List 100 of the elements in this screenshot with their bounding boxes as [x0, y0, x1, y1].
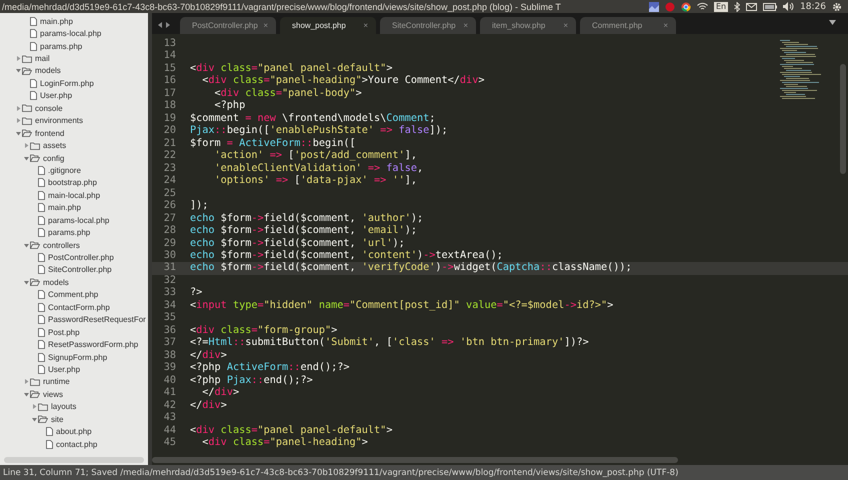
- browser-icon[interactable]: [680, 2, 691, 12]
- folder-name[interactable]: layouts: [51, 402, 76, 412]
- status-text: Line 31, Column 71; Saved /media/mehrdad/d3d519e9-61c7-43c8-bc63-70b10829f9111/vagrant/precise/www/blog/frontend/views/site/show_post.php (UTF-8): [0, 465, 848, 480]
- editor-tab[interactable]: SiteController.php ×: [380, 17, 476, 34]
- folder-name[interactable]: models: [43, 278, 69, 287]
- previous-tab-icon[interactable]: [158, 22, 163, 28]
- image-app-icon[interactable]: [648, 2, 659, 12]
- folder-name[interactable]: views: [43, 390, 64, 399]
- line-number: 14: [162, 50, 177, 63]
- expanded-arrow-icon[interactable]: [16, 130, 20, 136]
- file-name[interactable]: contact.php: [56, 440, 98, 449]
- file-name[interactable]: main.php: [40, 16, 73, 26]
- expanded-arrow-icon[interactable]: [16, 68, 20, 74]
- file-name[interactable]: ContactForm.php: [48, 302, 110, 312]
- collapsed-arrow-icon[interactable]: [16, 118, 20, 124]
- line-number: 45: [162, 437, 177, 450]
- file-name[interactable]: main-local.php: [48, 190, 100, 200]
- line-number: 15: [162, 62, 177, 75]
- mail-icon[interactable]: [746, 2, 758, 10]
- settings-icon[interactable]: [832, 2, 842, 12]
- line-number: 39: [162, 362, 177, 375]
- code-line: echo $form->field($comment, 'email');: [190, 225, 417, 238]
- line-number: 13: [162, 38, 177, 50]
- wifi-icon[interactable]: [696, 2, 708, 11]
- line-number: 34: [162, 300, 177, 312]
- file-name[interactable]: User.php: [48, 364, 80, 374]
- file-name[interactable]: PostController.php: [48, 253, 114, 262]
- line-number: 42: [162, 400, 177, 412]
- file-name[interactable]: bootstrap.php: [48, 178, 97, 188]
- folder-icon: [30, 142, 40, 150]
- expanded-arrow-icon[interactable]: [24, 392, 28, 397]
- folder-icon: [30, 378, 40, 386]
- file-name[interactable]: params-local.php: [40, 29, 102, 38]
- code-line: </div>: [201, 387, 240, 400]
- speaker-icon[interactable]: [783, 2, 794, 11]
- keyboard-layout-indicator[interactable]: En: [714, 2, 728, 12]
- file-name[interactable]: Post.php: [48, 328, 80, 337]
- close-tab-button[interactable]: ×: [363, 21, 368, 30]
- expanded-arrow-icon[interactable]: [32, 416, 36, 422]
- editor-tab[interactable]: Comment.php ×: [580, 17, 676, 34]
- vertical-scrollbar[interactable]: [840, 64, 846, 174]
- clock[interactable]: 18:26: [800, 2, 826, 12]
- folder-name[interactable]: runtime: [43, 377, 70, 386]
- collapsed-arrow-icon[interactable]: [24, 143, 28, 148]
- code-line: <div class="panel-heading">Youre Comment</div>: [201, 75, 484, 88]
- code-line: $comment = new \frontend\models\Comment;: [190, 112, 436, 125]
- collapsed-arrow-icon[interactable]: [24, 379, 28, 384]
- editor-horizontal-scrollbar[interactable]: [152, 457, 678, 463]
- horizontal-scrollbar[interactable]: [4, 457, 144, 463]
- line-number: 20: [162, 125, 177, 138]
- expanded-arrow-icon[interactable]: [24, 280, 28, 285]
- file-name[interactable]: User.php: [40, 91, 72, 100]
- dropdown-icon[interactable]: [829, 20, 836, 25]
- bluetooth-icon[interactable]: [734, 2, 740, 12]
- open-folder-icon: [30, 278, 40, 286]
- line-number: 24: [162, 175, 177, 188]
- file-name[interactable]: params.php: [48, 228, 90, 238]
- code-line: <div class="panel-heading">: [201, 437, 368, 450]
- folder-name[interactable]: assets: [43, 141, 66, 150]
- line-number: 31: [162, 262, 177, 275]
- file-name[interactable]: params-local.php: [48, 216, 110, 225]
- editor-tab[interactable]: show_post.php ×: [280, 17, 376, 34]
- open-folder-icon: [22, 129, 32, 138]
- file-name[interactable]: PasswordResetRequestFor: [48, 315, 146, 324]
- file-name[interactable]: SiteController.php: [48, 265, 112, 274]
- folder-name[interactable]: frontend: [35, 128, 64, 138]
- folder-name[interactable]: config: [43, 154, 64, 163]
- expanded-arrow-icon[interactable]: [24, 242, 28, 248]
- sidebar-scrollbar[interactable]: [148, 13, 152, 465]
- collapsed-arrow-icon[interactable]: [16, 56, 20, 62]
- folder-name[interactable]: console: [35, 104, 63, 113]
- collapsed-arrow-icon[interactable]: [16, 106, 20, 111]
- expanded-arrow-icon[interactable]: [24, 156, 28, 161]
- open-folder-icon: [30, 390, 40, 398]
- file-name[interactable]: params.php: [40, 42, 82, 51]
- code-line: <div class="panel-body">: [214, 88, 362, 100]
- file-name[interactable]: ResetPasswordForm.php: [48, 340, 138, 350]
- file-name[interactable]: main.php: [48, 203, 81, 212]
- file-name[interactable]: LoginForm.php: [40, 78, 94, 88]
- line-number: 18: [162, 100, 177, 113]
- line-number: 16: [162, 75, 177, 88]
- line-number: 33: [162, 287, 177, 300]
- folder-name[interactable]: mail: [35, 54, 50, 64]
- code-line: 'action' => ['post/add_comment'],: [214, 150, 417, 163]
- folder-name[interactable]: environments: [35, 116, 84, 126]
- folder-name[interactable]: site: [51, 414, 64, 424]
- folder-name[interactable]: controllers: [43, 240, 80, 250]
- file-name[interactable]: SignupForm.php: [48, 352, 108, 362]
- file-name[interactable]: .gitignore: [48, 166, 81, 175]
- record-icon[interactable]: [664, 2, 675, 12]
- line-number: 27: [162, 212, 177, 225]
- editor-tab[interactable]: item_show.php ×: [480, 17, 576, 34]
- file-name[interactable]: about.php: [56, 427, 92, 436]
- code-line: Pjax::begin(['enablePushState' => false]);: [190, 125, 448, 138]
- folder-name[interactable]: models: [35, 66, 61, 76]
- collapsed-arrow-icon[interactable]: [32, 404, 36, 410]
- file-name[interactable]: Comment.php: [48, 290, 98, 300]
- editor-tab[interactable]: PostController.php ×: [180, 17, 276, 34]
- next-tab-icon[interactable]: [165, 22, 170, 28]
- battery-icon[interactable]: [763, 2, 778, 10]
